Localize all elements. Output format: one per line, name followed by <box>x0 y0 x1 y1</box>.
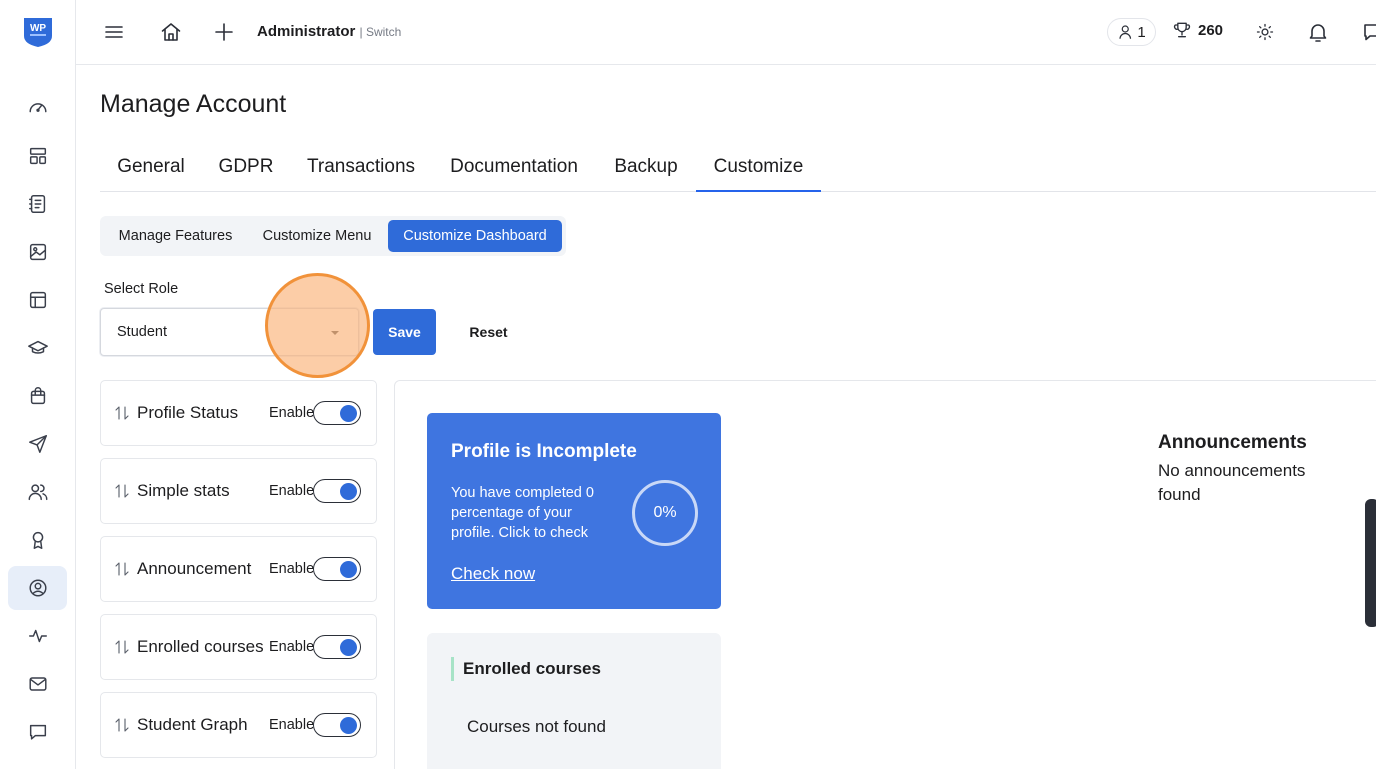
feature-state-label: Enable <box>269 717 315 733</box>
notification-bell-icon[interactable] <box>1305 19 1331 45</box>
online-count: 1 <box>1137 23 1146 41</box>
feature-name: Announcement <box>137 559 252 578</box>
feature-item-simple-stats[interactable]: Simple stats Enable <box>100 458 377 524</box>
theme-toggle-icon[interactable] <box>1252 19 1278 45</box>
wp-logo[interactable]: WP <box>22 16 54 48</box>
feature-name: Enrolled courses <box>137 637 264 656</box>
activity-icon[interactable] <box>8 614 67 658</box>
tab-general[interactable]: General <box>100 145 202 192</box>
chat-icon[interactable] <box>8 710 67 754</box>
shopping-bag-icon[interactable] <box>8 374 67 418</box>
points-display[interactable]: 260 <box>1172 20 1223 40</box>
account-tabs: General GDPR Transactions Documentation … <box>100 145 1376 192</box>
messages-icon[interactable] <box>1360 19 1376 45</box>
role-select[interactable]: Student <box>100 308 359 356</box>
feature-name: Student Graph <box>137 715 248 734</box>
drag-handle-icon[interactable] <box>113 638 131 656</box>
progress-ring: 0% <box>632 480 698 546</box>
layout-icon[interactable] <box>8 134 67 178</box>
feature-toggle[interactable] <box>313 713 361 737</box>
enrolled-courses-title: Enrolled courses <box>451 657 601 681</box>
announcements-empty-text: No announcements found <box>1158 461 1306 504</box>
feature-state-label: Enable <box>269 483 315 499</box>
feature-state-label: Enable <box>269 639 315 655</box>
select-role-label: Select Role <box>104 281 179 297</box>
save-button[interactable]: Save <box>373 309 436 355</box>
enrolled-courses-card: Enrolled courses Courses not found <box>427 633 721 769</box>
feature-state-label: Enable <box>269 405 315 421</box>
send-icon[interactable] <box>8 422 67 466</box>
tab-gdpr[interactable]: GDPR <box>202 145 290 192</box>
logo-text: WP <box>30 23 46 34</box>
add-icon[interactable] <box>211 19 237 45</box>
graduation-cap-icon[interactable] <box>8 326 67 370</box>
feature-item-enrolled-courses[interactable]: Enrolled courses Enable <box>100 614 377 680</box>
courses-empty-text: Courses not found <box>467 717 606 736</box>
home-icon[interactable] <box>158 19 184 45</box>
caret-down-icon <box>331 331 339 335</box>
feature-item-student-graph[interactable]: Student Graph Enable <box>100 692 377 758</box>
tab-backup[interactable]: Backup <box>596 145 696 192</box>
subtab-customize-dashboard[interactable]: Customize Dashboard <box>388 220 562 252</box>
profile-card-title: Profile is Incomplete <box>451 441 637 462</box>
tab-customize[interactable]: Customize <box>696 145 821 192</box>
top-bar: Administrator | Switch 1 260 <box>76 0 1376 65</box>
feature-toggle[interactable] <box>313 479 361 503</box>
user-icon <box>1119 25 1132 39</box>
page-title: Manage Account <box>100 90 287 118</box>
badge-icon[interactable] <box>8 518 67 562</box>
switch-link[interactable]: | Switch <box>360 25 402 39</box>
template-icon[interactable] <box>8 278 67 322</box>
users-icon[interactable] <box>8 470 67 514</box>
points-value: 260 <box>1198 21 1224 39</box>
user-name: Administrator <box>257 23 356 40</box>
subtab-customize-menu[interactable]: Customize Menu <box>249 220 385 252</box>
check-now-link[interactable]: Check now <box>451 564 535 584</box>
feature-state-label: Enable <box>269 561 315 577</box>
subtab-manage-features[interactable]: Manage Features <box>104 220 247 252</box>
progress-percent: 0% <box>653 504 677 521</box>
account-icon[interactable] <box>8 566 67 610</box>
profile-status-card[interactable]: Profile is Incomplete You have completed… <box>427 413 721 609</box>
drag-handle-icon[interactable] <box>113 482 131 500</box>
trophy-icon <box>1173 22 1191 38</box>
drag-handle-icon[interactable] <box>113 404 131 422</box>
dashboard-icon[interactable] <box>8 86 67 130</box>
drag-handle-icon[interactable] <box>113 716 131 734</box>
reset-button[interactable]: Reset <box>455 309 522 355</box>
online-users-badge[interactable]: 1 <box>1107 18 1156 46</box>
menu-icon[interactable] <box>101 19 127 45</box>
drag-handle-icon[interactable] <box>113 560 131 578</box>
role-select-value: Student <box>117 324 167 340</box>
feature-toggle[interactable] <box>313 557 361 581</box>
mail-icon[interactable] <box>8 662 67 706</box>
image-icon[interactable] <box>8 230 67 274</box>
customize-subtabs: Manage Features Customize Menu Customize… <box>100 216 566 256</box>
feature-toggle[interactable] <box>313 401 361 425</box>
profile-card-text: You have completed 0 percentage of your … <box>451 485 594 541</box>
document-list-icon[interactable] <box>8 182 67 226</box>
tab-documentation[interactable]: Documentation <box>432 145 596 192</box>
user-switcher[interactable]: Administrator | Switch <box>257 23 401 40</box>
tab-transactions[interactable]: Transactions <box>290 145 432 192</box>
feature-item-profile-status[interactable]: Profile Status Enable <box>100 380 377 446</box>
feature-name: Profile Status <box>137 403 239 422</box>
scrollbar-thumb[interactable] <box>1365 499 1376 627</box>
announcements-title: Announcements <box>1158 432 1307 453</box>
sidebar: WP <box>0 0 76 769</box>
feature-item-announcement[interactable]: Announcement Enable <box>100 536 377 602</box>
feature-toggle[interactable] <box>313 635 361 659</box>
feature-name: Simple stats <box>137 481 230 500</box>
